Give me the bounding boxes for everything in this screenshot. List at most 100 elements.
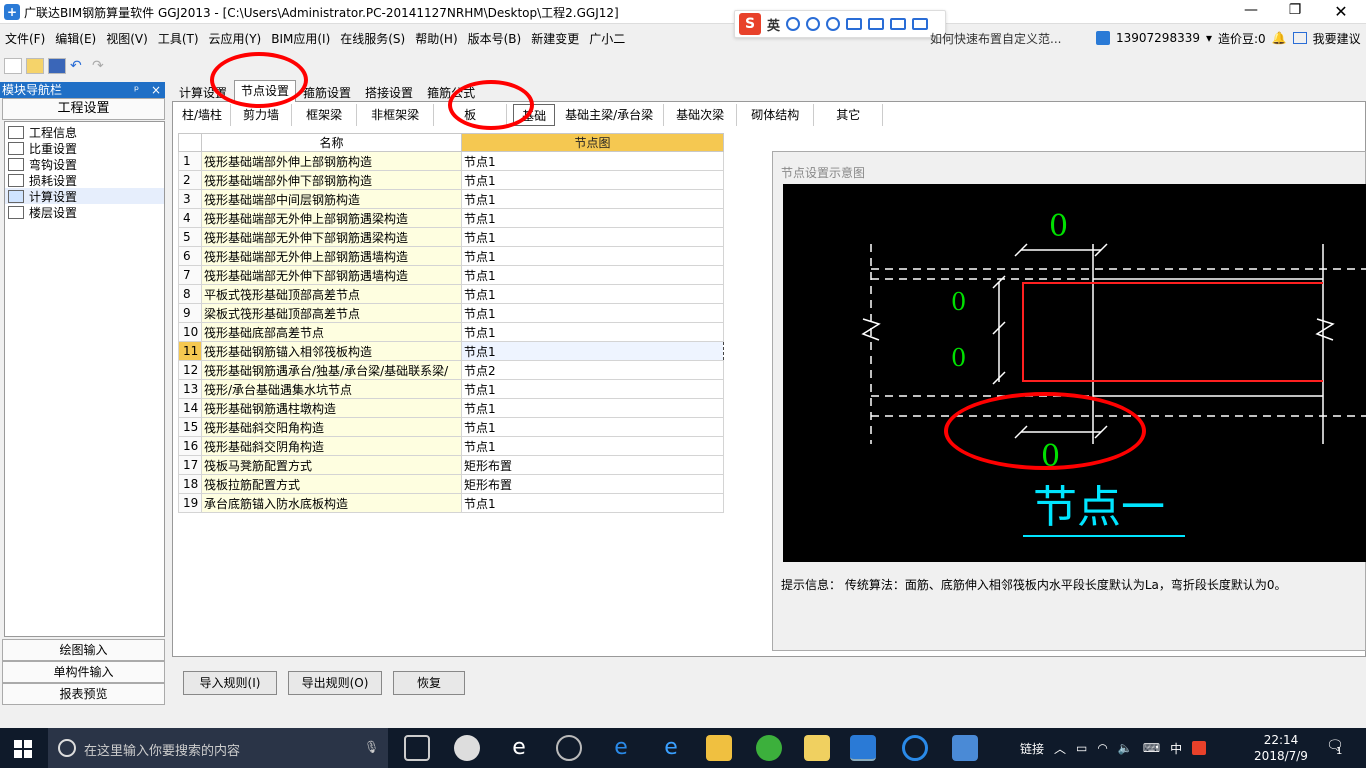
row-node-value[interactable]: 节点1 bbox=[461, 284, 724, 304]
row-node-value[interactable]: 节点1 bbox=[461, 265, 724, 285]
tree-item-loss[interactable]: 损耗设置 bbox=[5, 172, 164, 188]
table-row[interactable]: 11 筏形基础钢筋锚入相邻筏板构造 节点1 bbox=[178, 341, 724, 361]
table-row[interactable]: 3 筏形基础端部中间层钢筋构造 节点1 bbox=[178, 189, 724, 209]
edge-icon[interactable]: e bbox=[608, 735, 634, 761]
menu-cloud[interactable]: 云应用(Y) bbox=[204, 30, 267, 47]
pin-icon[interactable]: ᵖ bbox=[134, 83, 139, 97]
row-node-value[interactable]: 节点1 bbox=[461, 341, 724, 361]
tray-link-label[interactable]: 链接 bbox=[1020, 740, 1044, 757]
subtab-other[interactable]: 其它 bbox=[814, 104, 884, 126]
project-settings-section[interactable]: 工程设置 bbox=[2, 98, 165, 120]
subtab-column[interactable]: 柱/墙柱 bbox=[174, 104, 232, 126]
table-row[interactable]: 14 筏形基础钢筋遇柱墩构造 节点1 bbox=[178, 398, 724, 418]
table-row[interactable]: 9 梁板式筏形基础顶部高差节点 节点1 bbox=[178, 303, 724, 323]
chevron-down-icon[interactable]: ▾ bbox=[1206, 31, 1212, 45]
undo-icon[interactable]: ↶ bbox=[70, 58, 88, 74]
row-node-value[interactable]: 矩形布置 bbox=[461, 474, 724, 494]
tree-item-project-info[interactable]: 工程信息 bbox=[5, 124, 164, 140]
table-row[interactable]: 16 筏形基础斜交阴角构造 节点1 bbox=[178, 436, 724, 456]
row-node-value[interactable]: 节点1 bbox=[461, 493, 724, 513]
row-node-value[interactable]: 节点2 bbox=[461, 360, 724, 380]
close-icon[interactable]: × bbox=[151, 83, 161, 97]
restore-button[interactable]: 恢复 bbox=[393, 671, 465, 695]
table-row[interactable]: 6 筏形基础端部无外伸上部钢筋遇墙构造 节点1 bbox=[178, 246, 724, 266]
ie-icon[interactable]: e bbox=[506, 735, 532, 761]
row-node-value[interactable]: 节点1 bbox=[461, 170, 724, 190]
taskbar-search[interactable]: 在这里输入你要搜索的内容 🎙 bbox=[48, 728, 388, 768]
menu-online[interactable]: 在线服务(S) bbox=[335, 30, 410, 47]
row-node-value[interactable]: 节点1 bbox=[461, 322, 724, 342]
table-row[interactable]: 13 筏形/承台基础遇集水坑节点 节点1 bbox=[178, 379, 724, 399]
single-component-button[interactable]: 单构件输入 bbox=[2, 661, 165, 683]
redo-icon[interactable]: ↷ bbox=[92, 58, 110, 74]
tree-item-hook[interactable]: 弯钩设置 bbox=[5, 156, 164, 172]
table-row[interactable]: 17 筏板马凳筋配置方式 矩形布置 bbox=[178, 455, 724, 475]
table-row[interactable]: 4 筏形基础端部无外伸上部钢筋遇梁构造 节点1 bbox=[178, 208, 724, 228]
row-node-value[interactable]: 节点1 bbox=[461, 417, 724, 437]
g-app-icon[interactable] bbox=[902, 735, 928, 761]
close-button[interactable]: ✕ bbox=[1326, 2, 1356, 22]
account-icon[interactable] bbox=[1096, 31, 1110, 45]
table-row[interactable]: 10 筏形基础底部高差节点 节点1 bbox=[178, 322, 724, 342]
wifi-icon[interactable]: ◠ bbox=[1097, 741, 1107, 755]
menu-new-change[interactable]: 新建变更 bbox=[526, 30, 584, 47]
windows-start-icon[interactable] bbox=[14, 740, 32, 758]
export-rules-button[interactable]: 导出规则(O) bbox=[288, 671, 382, 695]
table-row[interactable]: 1 筏形基础端部外伸上部钢筋构造 节点1 bbox=[178, 151, 724, 171]
report-preview-button[interactable]: 报表预览 bbox=[2, 683, 165, 705]
table-row[interactable]: 5 筏形基础端部无外伸下部钢筋遇梁构造 节点1 bbox=[178, 227, 724, 247]
row-node-value[interactable]: 节点1 bbox=[461, 208, 724, 228]
table-row[interactable]: 19 承台底筋锚入防水底板构造 节点1 bbox=[178, 493, 724, 513]
menu-tools[interactable]: 工具(T) bbox=[153, 30, 204, 47]
table-row[interactable]: 8 平板式筏形基础顶部高差节点 节点1 bbox=[178, 284, 724, 304]
table-row[interactable]: 15 筏形基础斜交阳角构造 节点1 bbox=[178, 417, 724, 437]
table-row[interactable]: 2 筏形基础端部外伸下部钢筋构造 节点1 bbox=[178, 170, 724, 190]
browser-swirl-icon[interactable] bbox=[556, 735, 582, 761]
keyboard-icon[interactable]: ⌨ bbox=[1143, 741, 1160, 755]
menu-assistant[interactable]: 广小二 bbox=[584, 30, 630, 47]
row-node-value[interactable]: 节点1 bbox=[461, 379, 724, 399]
save-icon[interactable] bbox=[48, 58, 66, 74]
clock[interactable]: 22:14 2018/7/9 bbox=[1250, 732, 1312, 764]
row-node-value[interactable]: 节点1 bbox=[461, 436, 724, 456]
drawing-input-button[interactable]: 绘图输入 bbox=[2, 639, 165, 661]
menu-file[interactable]: 文件(F) bbox=[0, 30, 50, 47]
notepad-app-icon[interactable] bbox=[804, 735, 830, 761]
tree-item-weight[interactable]: 比重设置 bbox=[5, 140, 164, 156]
menu-bim[interactable]: BIM应用(I) bbox=[266, 30, 335, 47]
price-beans[interactable]: 造价豆:0 bbox=[1218, 30, 1266, 47]
menu-edit[interactable]: 编辑(E) bbox=[50, 30, 101, 47]
battery-icon[interactable]: ▭ bbox=[1076, 741, 1087, 755]
minimize-button[interactable]: — bbox=[1236, 2, 1266, 22]
suggest-icon[interactable] bbox=[1292, 32, 1307, 44]
ie-blue-icon[interactable]: e bbox=[658, 735, 684, 761]
glodon-app-icon[interactable] bbox=[850, 735, 876, 761]
subtab-foundation-main-beam[interactable]: 基础主梁/承台梁 bbox=[555, 104, 665, 126]
row-node-value[interactable]: 节点1 bbox=[461, 227, 724, 247]
table-row[interactable]: 12 筏形基础钢筋遇承台/独基/承台梁/基础联系梁/节点2 bbox=[178, 360, 724, 380]
row-node-value[interactable]: 节点1 bbox=[461, 398, 724, 418]
subtab-masonry[interactable]: 砌体结构 bbox=[737, 104, 815, 126]
green-app-icon[interactable] bbox=[756, 735, 782, 761]
subtab-nonframe-beam[interactable]: 非框架梁 bbox=[357, 104, 435, 126]
menu-help[interactable]: 帮助(H) bbox=[410, 30, 462, 47]
row-node-value[interactable]: 节点1 bbox=[461, 246, 724, 266]
task-view-icon[interactable] bbox=[404, 735, 430, 761]
row-node-value[interactable]: 节点1 bbox=[461, 151, 724, 171]
tab-lap-settings[interactable]: 搭接设置 bbox=[358, 82, 420, 102]
subtab-frame-beam[interactable]: 框架梁 bbox=[292, 104, 358, 126]
row-node-value[interactable]: 节点1 bbox=[461, 189, 724, 209]
chevron-up-icon[interactable]: ︿ bbox=[1054, 740, 1066, 757]
menu-view[interactable]: 视图(V) bbox=[101, 30, 153, 47]
open-folder-icon[interactable] bbox=[26, 58, 44, 74]
microphone-icon[interactable]: 🎙 bbox=[364, 740, 379, 754]
file-explorer-icon[interactable] bbox=[706, 735, 732, 761]
row-node-value[interactable]: 矩形布置 bbox=[461, 455, 724, 475]
import-rules-button[interactable]: 导入规则(I) bbox=[183, 671, 277, 695]
new-file-icon[interactable] bbox=[4, 58, 22, 74]
tree-item-floor[interactable]: 楼层设置 bbox=[5, 204, 164, 220]
account-phone[interactable]: 13907298339 bbox=[1116, 31, 1200, 45]
pinwheel-app-icon[interactable] bbox=[454, 735, 480, 761]
search-hint[interactable]: 如何快速布置自定义范... bbox=[930, 30, 1061, 47]
window-app-icon[interactable] bbox=[952, 735, 978, 761]
